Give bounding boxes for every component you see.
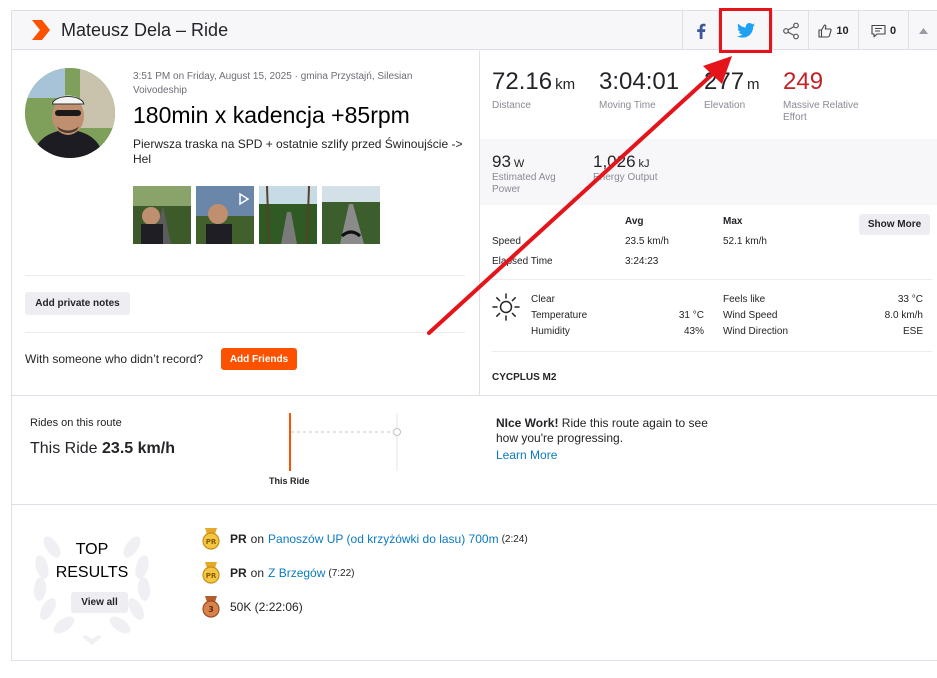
learn-more-link[interactable]: Learn More: [496, 448, 557, 462]
add-friends-button[interactable]: Add Friends: [221, 348, 297, 370]
energy-value: 1,026 kJ: [593, 152, 650, 171]
share-button[interactable]: [772, 11, 808, 50]
svg-text:PR: PR: [206, 538, 217, 546]
speed-label: Speed: [492, 236, 521, 247]
divider: [25, 332, 465, 333]
bronze-medal-icon: 3: [202, 596, 220, 618]
with-someone-text: With someone who didn’t record?: [25, 352, 204, 366]
nice-work-text: NIce Work! Ride this route again to see …: [496, 416, 708, 445]
relative-effort-label: Massive Relative Effort: [783, 100, 859, 123]
photo-thumbnail: [133, 186, 191, 244]
temperature-value: 31 °C: [678, 310, 704, 321]
svg-text:PR: PR: [206, 572, 217, 580]
divider: [12, 504, 937, 505]
col-avg-header: Avg: [625, 216, 644, 227]
facebook-share-button[interactable]: [682, 11, 718, 50]
share-icon: [782, 22, 799, 39]
achievement-item: PR PR on Z Brzegów (7:22): [202, 562, 355, 584]
photo-thumbnail: [196, 186, 254, 244]
distance-label: Distance: [492, 100, 531, 111]
svg-text:3: 3: [208, 605, 214, 614]
wind-speed-value: 8.0 km/h: [884, 310, 923, 321]
route-chart-label: This Ride: [269, 476, 310, 486]
humidity-value: 43%: [683, 326, 704, 337]
temperature-label: Temperature: [531, 310, 588, 321]
feels-like-label: Feels like: [723, 294, 766, 305]
twitter-highlight-box: [719, 8, 772, 53]
segment-link[interactable]: Z Brzegów: [268, 566, 325, 580]
comments-count: 0: [889, 24, 897, 37]
elapsed-time-label: Elapsed Time: [492, 256, 553, 267]
activity-card: Mateusz Dela – Ride 10 0 3:51 PM on Frid…: [11, 8, 937, 661]
brand-chevron-icon: [32, 20, 50, 40]
route-chart: [289, 413, 401, 471]
pr-medal-icon: PR: [202, 562, 220, 584]
elapsed-time-value: 3:24:23: [625, 256, 659, 267]
elevation-label: Elevation: [704, 100, 746, 111]
energy-label: Energy Output: [593, 172, 658, 183]
photo-thumbnail: [322, 186, 380, 244]
wind-direction-value: ESE: [902, 326, 923, 337]
activity-title: 180min x kadencja +85rpm: [133, 102, 410, 128]
pr-medal-icon: PR: [202, 528, 220, 550]
humidity-label: Humidity: [531, 326, 570, 337]
feels-like-value: 33 °C: [897, 294, 923, 305]
kudos-button[interactable]: 10: [808, 11, 858, 50]
comments-button[interactable]: 0: [858, 11, 908, 50]
divider: [492, 279, 932, 280]
stats-panel: 72.16 km Distance 3:04:01 Moving Time 277…: [479, 51, 937, 396]
facebook-icon: [696, 23, 705, 39]
wind-direction-label: Wind Direction: [723, 326, 789, 337]
col-max-header: Max: [723, 216, 743, 227]
view-all-button[interactable]: View all: [71, 592, 128, 613]
activity-photo-2[interactable]: [196, 186, 254, 244]
divider: [25, 275, 465, 276]
comment-icon: [871, 24, 886, 37]
weather-condition: Clear: [531, 294, 555, 305]
activity-photo-4[interactable]: [322, 186, 380, 244]
add-private-notes-button[interactable]: Add private notes: [25, 292, 130, 315]
activity-header: Mateusz Dela – Ride 10 0: [12, 8, 937, 53]
moving-time-value: 3:04:01: [599, 68, 680, 95]
photo-thumbnail: [259, 186, 317, 244]
athlete-photo: [25, 68, 115, 158]
show-more-button[interactable]: Show More: [859, 214, 930, 235]
segment-link[interactable]: Panoszów UP (od krzyżówki do lasu) 700m: [268, 532, 499, 546]
route-point: [393, 428, 401, 436]
page-title: Mateusz Dela – Ride: [61, 20, 229, 40]
top-results-title: TOP RESULTS: [55, 541, 129, 581]
activity-photo-3[interactable]: [259, 186, 317, 244]
avatar[interactable]: [25, 68, 115, 158]
achievement-item: 3 50K (2:22:06): [202, 596, 303, 618]
divider: [12, 395, 937, 396]
route-this-ride: This Ride 23.5 km/h: [30, 440, 175, 457]
thumbs-up-icon: [818, 23, 833, 38]
sun-icon: [492, 293, 520, 321]
collapse-button[interactable]: [908, 11, 937, 50]
kudos-count: 10: [836, 24, 849, 37]
elevation-value: 277 m: [704, 68, 760, 95]
relative-effort-value[interactable]: 249: [783, 68, 823, 96]
divider: [492, 351, 932, 352]
route-label: Rides on this route: [30, 417, 122, 429]
speed-avg: 23.5 km/h: [625, 236, 669, 247]
achievement-item: PR PR on Panoszów UP (od krzyżówki do las…: [202, 528, 528, 550]
speed-max: 52.1 km/h: [723, 236, 767, 247]
activity-description: Pierwsza traska na SPD + ostatnie szlify…: [133, 137, 463, 166]
activity-photo-1[interactable]: [133, 186, 191, 244]
activity-meta: 3:51 PM on Friday, August 15, 2025 · gmi…: [133, 71, 413, 96]
power-value: 93 W: [492, 152, 525, 171]
power-label: Estimated Avg Power: [492, 172, 556, 195]
distance-value: 72.16 km: [492, 68, 576, 95]
wind-speed-label: Wind Speed: [723, 310, 778, 321]
device-name: CYCPLUS M2: [492, 372, 557, 383]
moving-time-label: Moving Time: [599, 100, 656, 111]
caret-up-icon: [919, 27, 928, 34]
